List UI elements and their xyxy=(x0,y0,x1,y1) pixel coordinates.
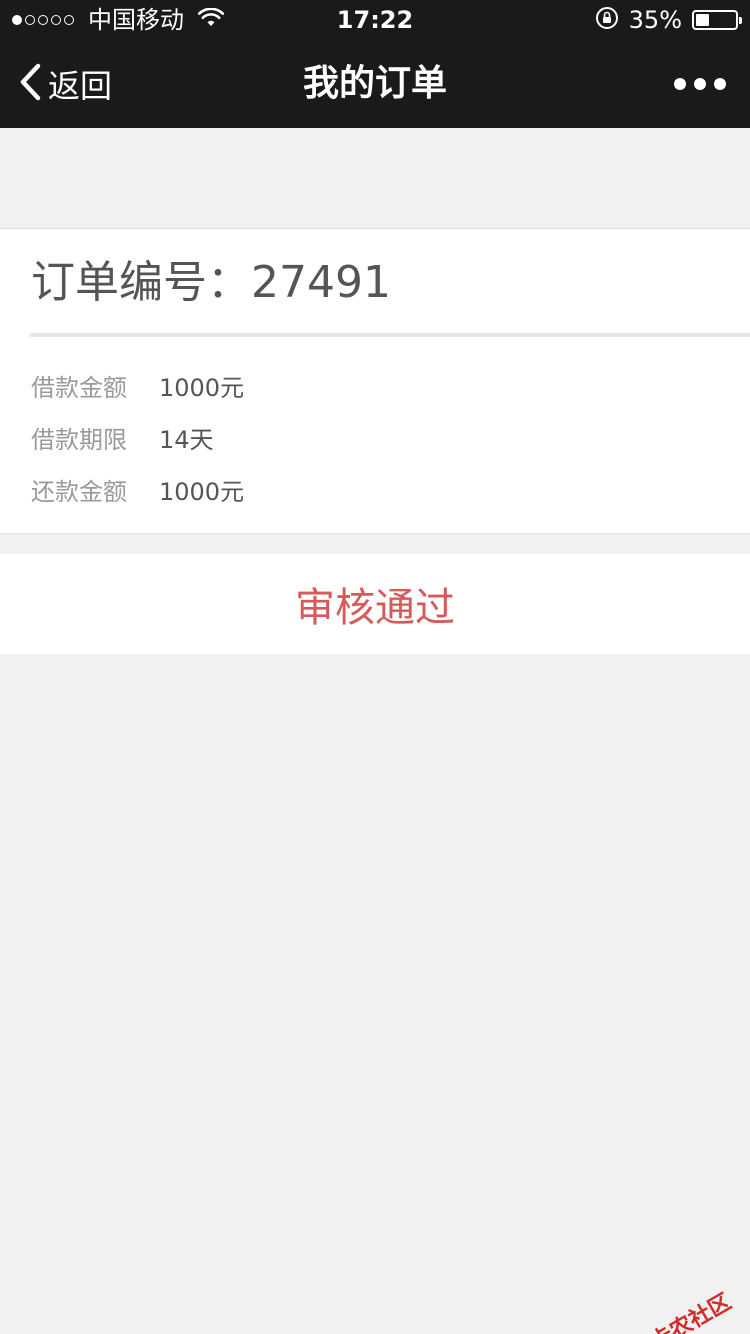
watermark-text: 卡农社区 xyxy=(646,1289,736,1334)
order-status-text: 审核通过 xyxy=(295,585,455,631)
battery-icon xyxy=(692,10,742,30)
battery-level-fill xyxy=(696,14,709,26)
screen: 中国移动 17:22 35% 返回 我的订单 订单编号：27491 借款金额 1… xyxy=(0,0,750,1334)
page-title: 我的订单 xyxy=(302,63,447,104)
order-number-label: 订单编号： xyxy=(31,257,251,308)
detail-label: 还款金额 xyxy=(31,477,127,506)
battery-nub xyxy=(739,17,742,24)
order-number-value: 27491 xyxy=(251,257,391,308)
more-dot-icon xyxy=(714,78,726,90)
detail-row-loan-term: 借款期限 14天 xyxy=(31,411,244,463)
detail-value: 1000元 xyxy=(159,373,245,402)
order-number: 订单编号：27491 xyxy=(31,255,391,311)
watermark: 卡农社区 xyxy=(620,1284,736,1334)
order-status-panel: 审核通过 xyxy=(0,554,750,654)
orientation-lock-icon xyxy=(595,6,619,34)
detail-label: 借款期限 xyxy=(31,425,127,454)
battery-percent: 35% xyxy=(628,6,682,34)
chevron-left-icon xyxy=(18,62,44,106)
status-bar-right: 35% xyxy=(595,6,742,34)
back-label: 返回 xyxy=(48,67,113,105)
detail-label: 借款金额 xyxy=(31,373,127,402)
nav-bar: 返回 我的订单 xyxy=(0,40,750,128)
status-bar: 中国移动 17:22 35% xyxy=(0,0,750,40)
order-divider xyxy=(30,333,750,337)
order-card: 订单编号：27491 借款金额 1000元 借款期限 14天 还款金额 1000… xyxy=(0,228,750,534)
detail-row-repayment-amount: 还款金额 1000元 xyxy=(31,463,244,515)
detail-value: 1000元 xyxy=(159,477,245,506)
more-dot-icon xyxy=(694,78,706,90)
order-detail-list: 借款金额 1000元 借款期限 14天 还款金额 1000元 xyxy=(31,359,244,515)
more-options-button[interactable] xyxy=(674,40,726,128)
more-dot-icon xyxy=(674,78,686,90)
detail-value: 14天 xyxy=(159,425,214,454)
detail-row-loan-amount: 借款金额 1000元 xyxy=(31,359,244,411)
back-button[interactable]: 返回 xyxy=(18,40,112,128)
